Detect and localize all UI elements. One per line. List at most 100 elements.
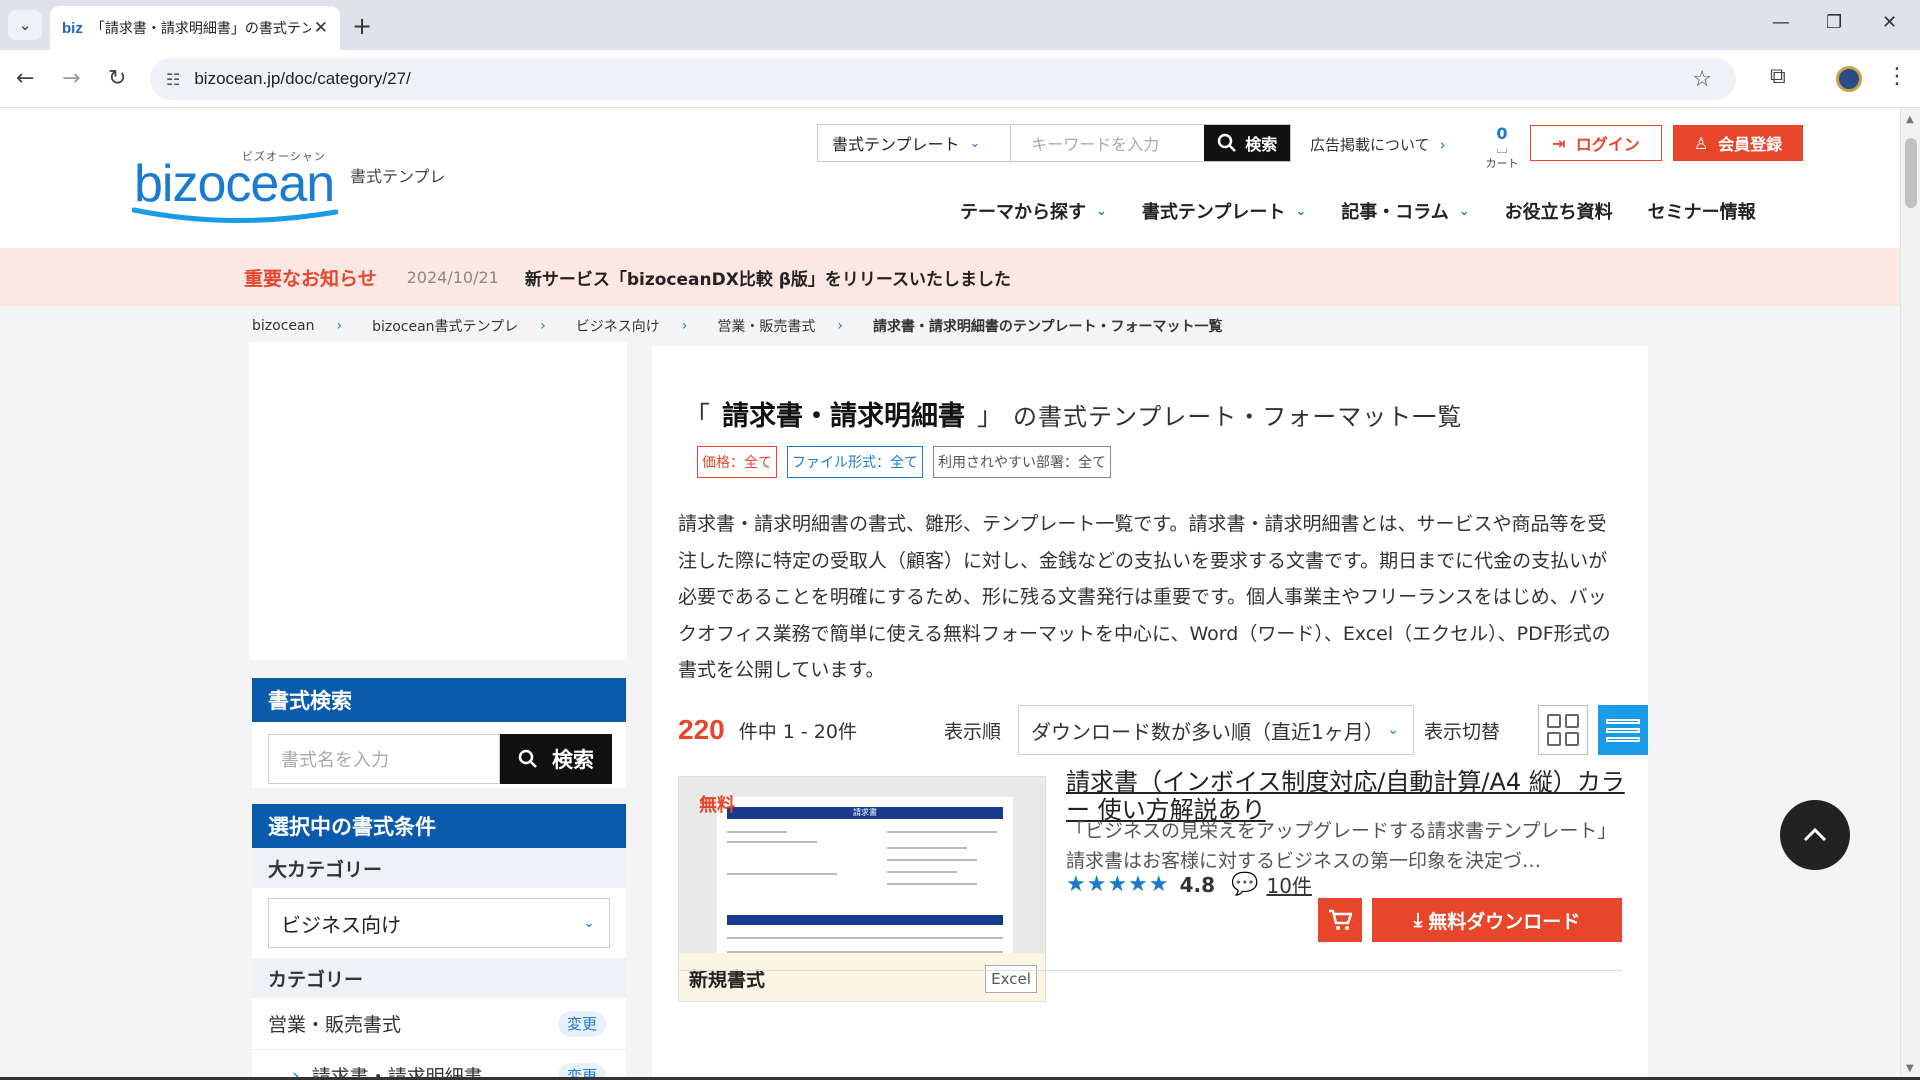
chevron-down-icon: ⌄ bbox=[969, 135, 981, 151]
preview-line bbox=[887, 871, 957, 873]
breadcrumb-home[interactable]: bizocean bbox=[252, 318, 314, 334]
nav-theme[interactable]: テーマから探す ⌄ bbox=[960, 198, 1107, 224]
ad-info-link[interactable]: 広告掲載について › bbox=[1310, 134, 1446, 155]
cart-button[interactable]: 0 ⌴ カート bbox=[1482, 124, 1522, 171]
search-category-select[interactable]: 書式テンプレート ⌄ bbox=[818, 125, 1012, 161]
notice-link[interactable]: 新サービス「bizoceanDX比較 β版」をリリースいたしました bbox=[525, 265, 1011, 290]
reload-icon[interactable]: ↻ bbox=[108, 66, 126, 91]
login-button[interactable]: ⇥ ログイン bbox=[1530, 125, 1662, 161]
free-badge: 無料 bbox=[699, 795, 735, 816]
scroll-thumb[interactable] bbox=[1905, 138, 1917, 208]
breadcrumb-business[interactable]: ビジネス向け bbox=[576, 316, 660, 336]
nav-resources[interactable]: お役立ち資料 bbox=[1505, 198, 1613, 224]
nav-templates-label: 書式テンプレート bbox=[1141, 202, 1286, 223]
address-bar[interactable]: ☷ bizocean.jp/doc/category/27/ ☆ bbox=[150, 58, 1736, 100]
doc-rating: ★★★★★ 4.8 💬 10件 bbox=[1066, 870, 1312, 899]
ad-info-label: 広告掲載について bbox=[1310, 136, 1430, 154]
title-category: 請求書・請求明細書 bbox=[722, 401, 966, 432]
title-suffix: の書式テンプレート・フォーマット一覧 bbox=[1013, 403, 1463, 431]
change-category-button[interactable]: 変更 bbox=[558, 1010, 606, 1037]
sort-select[interactable]: ダウンロード数が多い順（直近1ヶ月） ⌄ bbox=[1018, 705, 1414, 755]
sort-label: 表示順 bbox=[944, 720, 1002, 743]
notice-label: 重要なお知らせ bbox=[244, 267, 377, 290]
card-divider bbox=[678, 970, 1622, 971]
search-icon bbox=[1217, 133, 1237, 152]
restore-icon[interactable]: ❐ bbox=[1826, 12, 1842, 33]
nav-seminars-label: セミナー情報 bbox=[1647, 202, 1756, 223]
sidebar-search-panel: 書式検索 書式名を入力 検索 bbox=[252, 678, 626, 788]
grid-view-icon[interactable] bbox=[1538, 705, 1588, 755]
profile-avatar[interactable] bbox=[1836, 66, 1862, 92]
title-bracket-close: 」 bbox=[977, 402, 1004, 432]
chevron-right-icon: › bbox=[1439, 136, 1446, 154]
sidebar-search-button[interactable]: 検索 bbox=[500, 734, 612, 784]
tab-search-icon[interactable]: ⌄ bbox=[8, 10, 42, 40]
result-controls: 220 件中 1 - 20件 表示順 ダウンロード数が多い順（直近1ヶ月） ⌄ … bbox=[678, 704, 1648, 756]
nav-articles[interactable]: 記事・コラム ⌄ bbox=[1341, 198, 1469, 224]
major-category-select[interactable]: ビジネス向け ⌄ bbox=[268, 898, 610, 948]
price-filter-tag[interactable]: 価格：全て bbox=[697, 446, 777, 478]
chevron-down-icon: ⌄ bbox=[1458, 203, 1470, 219]
user-icon: ♙ bbox=[1693, 133, 1709, 153]
review-count-link[interactable]: 10件 bbox=[1266, 870, 1311, 899]
thumb-footer: 新規書式 Excel bbox=[679, 953, 1045, 1001]
logo-subtitle: 書式テンプレ bbox=[350, 167, 446, 186]
breadcrumb: bizocean › bizocean書式テンプレ › ビジネス向け › 営業・販売書… bbox=[252, 316, 1223, 336]
page-scrollbar[interactable]: ▲ ▼ bbox=[1900, 108, 1920, 1080]
sidebar-search-input[interactable]: 書式名を入力 bbox=[268, 734, 500, 784]
category-value: 営業・販売書式 bbox=[268, 1014, 402, 1036]
nav-templates[interactable]: 書式テンプレート ⌄ bbox=[1142, 198, 1306, 224]
scroll-up-icon[interactable]: ▲ bbox=[1906, 114, 1914, 125]
preview-line bbox=[727, 841, 817, 843]
chevron-up-icon bbox=[1803, 827, 1827, 842]
list-view-icon[interactable] bbox=[1598, 705, 1648, 755]
logo-swoosh-icon bbox=[132, 207, 338, 224]
breadcrumb-current: 請求書・請求明細書のテンプレート・フォーマット一覧 bbox=[872, 319, 1223, 335]
preview-line bbox=[727, 831, 787, 833]
nav-seminars[interactable]: セミナー情報 bbox=[1648, 198, 1756, 224]
register-button[interactable]: ♙ 会員登録 bbox=[1673, 125, 1803, 161]
doc-description: 「ビジネスの見栄えをアップグレードする請求書テンプレート」 請求書はお客様に対す… bbox=[1066, 820, 1617, 872]
preview-line bbox=[887, 831, 997, 833]
breadcrumb-templates[interactable]: bizocean書式テンプレ bbox=[372, 316, 518, 336]
sidebar-search-title: 書式検索 bbox=[252, 678, 626, 722]
cart-label: カート bbox=[1485, 157, 1519, 170]
browser-menu-icon[interactable]: ⋮ bbox=[1886, 64, 1908, 89]
new-doc-label: 新規書式 bbox=[689, 968, 766, 991]
preview-line bbox=[887, 883, 977, 885]
preview-line bbox=[887, 847, 967, 849]
minimize-icon[interactable]: — bbox=[1772, 12, 1790, 33]
browser-tab[interactable]: biz 「請求書・請求明細書」の書式テンプレート ✕ bbox=[50, 6, 340, 50]
sort-value: ダウンロード数が多い順（直近1ヶ月） bbox=[1031, 719, 1384, 744]
nav-resources-label: お役立ち資料 bbox=[1504, 202, 1613, 223]
add-to-cart-button[interactable] bbox=[1318, 898, 1362, 942]
breadcrumb-sales[interactable]: 営業・販売書式 bbox=[717, 316, 815, 336]
page-title: 「 請求書・請求明細書 」 の書式テンプレート・フォーマット一覧 bbox=[684, 394, 1462, 433]
search-category-label: 書式テンプレート bbox=[832, 135, 960, 154]
extensions-icon[interactable]: ⧉ bbox=[1770, 64, 1786, 89]
title-bracket-open: 「 bbox=[684, 402, 711, 432]
scroll-down-icon[interactable]: ▼ bbox=[1906, 1063, 1914, 1074]
new-tab-icon[interactable]: + bbox=[352, 12, 372, 40]
bizocean-logo[interactable]: ビズオーシャン bizocean bbox=[132, 138, 342, 228]
site-info-icon[interactable]: ☷ bbox=[166, 70, 180, 89]
nav-articles-label: 記事・コラム bbox=[1341, 202, 1449, 223]
bookmark-star-icon[interactable]: ☆ bbox=[1692, 67, 1712, 92]
chevron-down-icon: ⌄ bbox=[1096, 203, 1107, 219]
result-range: 件中 1 - 20件 bbox=[738, 720, 857, 743]
forward-icon[interactable]: → bbox=[62, 66, 80, 91]
close-tab-icon[interactable]: ✕ bbox=[314, 18, 328, 38]
free-download-button[interactable]: ⤓ 無料ダウンロード bbox=[1372, 898, 1622, 942]
file-format-filter-tag[interactable]: ファイル形式：全て bbox=[787, 446, 923, 478]
url-text: bizocean.jp/doc/category/27/ bbox=[194, 69, 411, 88]
keyword-input[interactable]: キーワードを入力 bbox=[1011, 125, 1204, 161]
window-close-icon[interactable]: ✕ bbox=[1882, 12, 1897, 33]
department-filter-tag[interactable]: 利用されやすい部署：全て bbox=[933, 446, 1111, 478]
doc-thumbnail[interactable]: 請求書 無料 新規書式 Excel bbox=[678, 776, 1046, 1002]
comment-icon: 💬 bbox=[1231, 872, 1259, 897]
back-to-top-button[interactable] bbox=[1780, 800, 1850, 870]
search-button[interactable]: 検索 bbox=[1204, 125, 1290, 161]
web-page: ビズオーシャン bizocean 書式テンプレ 書式テンプレート ⌄ キーワード… bbox=[0, 108, 1900, 1080]
nav-theme-label: テーマから探す bbox=[960, 202, 1086, 223]
back-icon[interactable]: ← bbox=[16, 66, 34, 91]
